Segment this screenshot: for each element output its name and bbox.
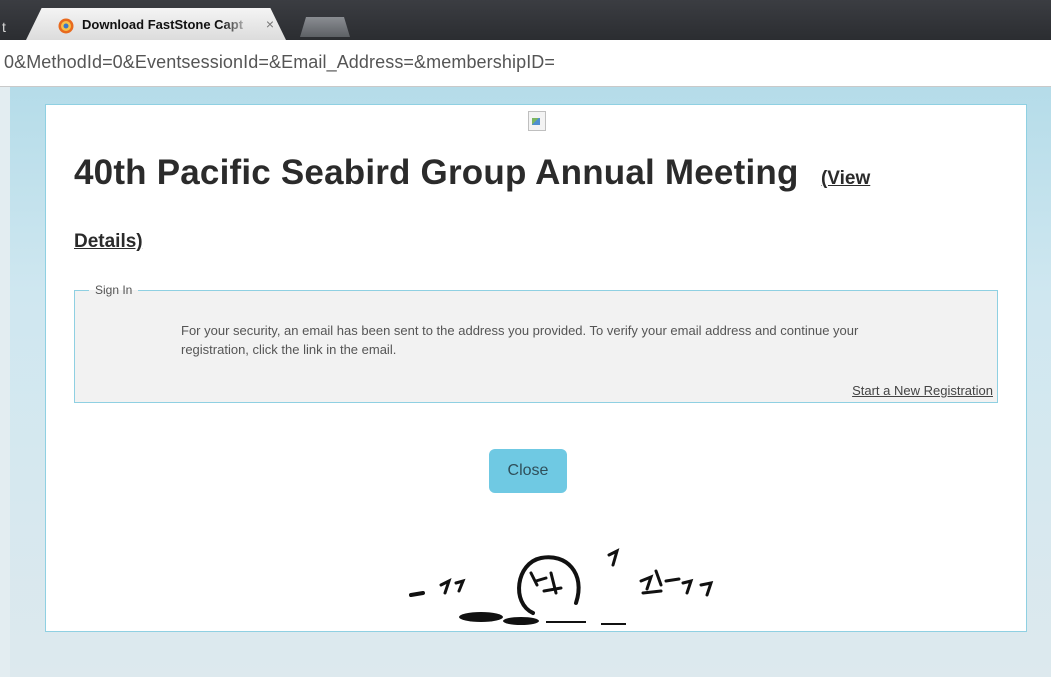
tab-title: Download FastStone Capt (82, 17, 244, 32)
view-details-link[interactable]: (View (821, 168, 870, 189)
view-details-link-continued[interactable]: Details) (74, 231, 143, 253)
browser-tab[interactable]: Download FastStone Capt × (26, 8, 286, 40)
title-row: 40th Pacific Seabird Group Annual Meetin… (74, 153, 870, 193)
registration-card: 40th Pacific Seabird Group Annual Meetin… (45, 104, 1027, 632)
sign-in-panel: Sign In For your security, an email has … (74, 283, 998, 403)
address-bar[interactable]: 0&MethodId=0&EventsessionId=&Email_Addre… (0, 40, 1051, 87)
start-new-registration-link[interactable]: Start a New Registration (852, 383, 993, 398)
event-title: 40th Pacific Seabird Group Annual Meetin… (74, 153, 799, 192)
url-text[interactable]: 0&MethodId=0&EventsessionId=&Email_Addre… (4, 52, 555, 73)
previous-tab-edge[interactable]: t (0, 14, 24, 40)
close-button[interactable]: Close (489, 449, 567, 493)
verification-message: For your security, an email has been sen… (181, 323, 859, 357)
sign-in-legend: Sign In (95, 283, 133, 297)
broken-image-icon (528, 111, 546, 131)
browser-tabstrip: t Download FastStone Capt × (0, 0, 1051, 40)
tab-close-icon[interactable]: × (262, 16, 278, 32)
seabird-logo-icon (409, 548, 714, 625)
new-tab-button[interactable] (300, 17, 350, 37)
faststone-favicon-icon (58, 18, 74, 34)
